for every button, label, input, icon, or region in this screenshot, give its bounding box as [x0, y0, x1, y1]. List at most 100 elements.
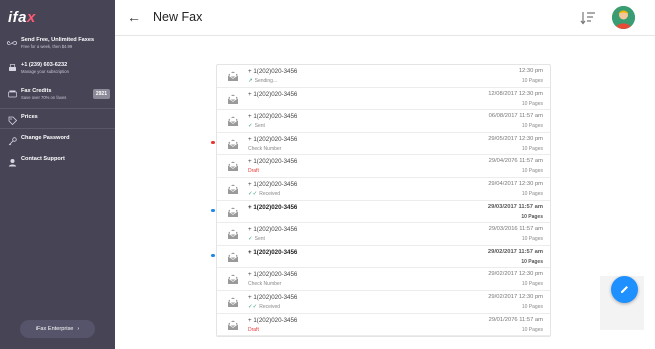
- fax-date: 29/01/2076 11:57 am: [488, 316, 543, 323]
- fax-date: 12:30 pm: [518, 68, 543, 74]
- fax-status: ✓✓ Received: [248, 191, 280, 197]
- page-title: New Fax: [153, 10, 203, 24]
- fax-status-text: Received: [259, 304, 281, 310]
- fax-status: Draft: [248, 168, 259, 174]
- sidebar-item-subtitle: Save over 70% on faxes: [21, 95, 67, 100]
- fax-machine-icon: [7, 63, 17, 73]
- fax-date: 29/03/2016 11:57 am: [488, 226, 543, 233]
- unread-dot: [211, 140, 215, 145]
- fax-number: + 1(202)020-3456: [248, 203, 298, 211]
- fax-number: + 1(202)020-3456: [248, 158, 298, 166]
- sidebar-item-title: Prices: [21, 114, 38, 120]
- sidebar-item-prices[interactable]: Prices: [0, 114, 115, 125]
- credits-badge: 2921: [92, 89, 110, 99]
- sidebar-divider: [0, 108, 115, 109]
- sidebar-item-subtitle: Manage your subscription: [21, 69, 69, 74]
- fax-status-text: Received: [259, 191, 281, 197]
- fax-status-text: Check Number: [248, 281, 282, 288]
- fax-number: + 1(202)020-3456: [248, 248, 298, 256]
- sidebar-item-fax-credits[interactable]: Fax Credits Save over 70% on faxes 2921: [0, 88, 115, 101]
- fax-number: + 1(202)020-3456: [248, 113, 298, 121]
- fax-number: + 1(202)020-3456: [248, 135, 298, 143]
- check-icon: ✓: [248, 123, 253, 130]
- fax-pages: 10 Pages: [521, 236, 543, 243]
- fax-row[interactable]: + 1(202)020-3456 29/03/2017 11:57 am 10 Pa…: [211, 201, 550, 224]
- fax-row[interactable]: + 1(202)020-3456 ✓ Sent 29/03/2016 11:57 am…: [217, 223, 550, 246]
- double-check-icon: ✓✓: [248, 304, 258, 310]
- fax-pages: 10 Pages: [521, 123, 543, 130]
- fax-pages: 10 Pages: [521, 168, 543, 175]
- fax-number: + 1(202)020-3456: [248, 90, 298, 98]
- fax-date: 29/02/2017 12:30 pm: [488, 294, 543, 300]
- fax-row[interactable]: + 1(202)020-3456 12/08/2017 12:30 pm 10 Pa…: [217, 88, 550, 111]
- fax-row[interactable]: + 1(202)020-3456 Check Number 29/05/2017 1…: [211, 133, 550, 156]
- sidebar-divider: [0, 128, 115, 129]
- fax-list: + 1(202)020-3456 ↗ Sending... 12:30 pm 10 Pa…: [211, 64, 551, 337]
- fax-status: ✓✓ Received: [248, 304, 280, 310]
- sidebar-item-contact-support[interactable]: Contact Support: [0, 156, 115, 167]
- sidebar-item-change-password[interactable]: Change Password: [0, 135, 115, 146]
- fax-number: + 1(202)020-3456: [248, 226, 298, 234]
- avatar[interactable]: [612, 6, 635, 29]
- back-arrow-icon[interactable]: ←: [127, 9, 141, 25]
- fax-status-text: Sending...: [254, 78, 278, 84]
- fax-row[interactable]: + 1(202)020-3456 ✓✓ Received 29/04/2017 12:…: [217, 178, 550, 201]
- envelope-icon: [227, 116, 239, 127]
- fax-date: 12/08/2017 12:30 pm: [488, 90, 543, 97]
- fax-pages: 10 Pages: [521, 281, 543, 288]
- fax-status: Check Number: [248, 281, 281, 287]
- sidebar-item-subtitle: Free for a week, then $4.99: [21, 44, 73, 49]
- fax-pages: 10 Pages: [521, 78, 543, 84]
- fax-date: 29/04/2076 11:57 am: [488, 158, 543, 165]
- ifax-logo[interactable]: ifax: [8, 9, 36, 26]
- fax-date: 29/02/2017 11:57 am: [487, 248, 543, 255]
- envelope-icon: [227, 139, 239, 149]
- fax-row[interactable]: + 1(202)020-3456 ↗ Sending... 12:30 pm 10 Pa…: [217, 65, 550, 88]
- fax-pages: 10 Pages: [521, 258, 543, 265]
- sort-icon[interactable]: [579, 9, 597, 27]
- fax-date: 06/08/2017 11:57 am: [488, 113, 543, 120]
- fax-date: 29/05/2017 12:30 pm: [488, 135, 543, 142]
- fax-status: ↗ Sending...: [248, 78, 277, 84]
- top-bar: ← New Fax: [115, 0, 655, 36]
- unread-dot: [211, 208, 215, 213]
- fax-status-text: Sent: [254, 123, 265, 130]
- sidebar-item-free-faxes[interactable]: Send Free, Unlimited Faxes Free for a we…: [0, 37, 115, 50]
- envelope-icon: [227, 252, 239, 262]
- envelope-icon: [227, 274, 239, 285]
- envelope-icon: [227, 207, 239, 217]
- pencil-icon: [621, 286, 628, 293]
- sidebar-item-phone-number[interactable]: +1 (239) 603-6232 Manage your subscripti…: [0, 62, 115, 75]
- fax-row[interactable]: + 1(202)020-3456 ✓ Sent 06/08/2017 11:57 am…: [217, 110, 550, 133]
- envelope-icon: [227, 161, 239, 172]
- fax-pages: 10 Pages: [521, 191, 543, 197]
- envelope-icon: [227, 71, 239, 81]
- support-icon: [7, 157, 17, 167]
- fax-row[interactable]: + 1(202)020-3456 Draft 29/01/2076 11:57 am…: [217, 314, 550, 337]
- fax-number: + 1(202)020-3456: [248, 294, 298, 301]
- enterprise-label: iFax Enterprise: [35, 326, 74, 332]
- envelope-icon: [227, 94, 239, 104]
- fax-date: 29/04/2017 12:30 pm: [488, 181, 543, 187]
- app-root: ifax Send Free, Unlimited Faxes Free for…: [0, 0, 655, 349]
- key-icon: [7, 136, 17, 146]
- fax-number: + 1(202)020-3456: [248, 181, 298, 188]
- envelope-icon: [227, 297, 239, 307]
- fax-row[interactable]: + 1(202)020-3456 29/02/2017 11:57 am 10 Pa…: [211, 246, 550, 269]
- check-icon: ✓: [248, 236, 253, 243]
- enterprise-button[interactable]: iFax Enterprise ›: [20, 320, 95, 338]
- sidebar-item-title: +1 (239) 603-6232: [21, 62, 68, 68]
- fax-row[interactable]: + 1(202)020-3456 Draft 29/04/2076 11:57 am…: [217, 155, 550, 178]
- fax-status: Draft: [248, 327, 259, 333]
- fax-row[interactable]: + 1(202)020-3456 ✓✓ Received 29/02/2017 12:…: [217, 291, 550, 314]
- fax-row[interactable]: + 1(202)020-3456 Check Number 29/02/2017 1…: [217, 268, 550, 291]
- envelope-icon: [227, 184, 239, 194]
- envelope-icon: [227, 320, 239, 330]
- envelope-icon: [227, 229, 239, 240]
- fax-pages: 10 Pages: [521, 326, 543, 333]
- logo-text: ifax: [8, 9, 36, 26]
- fax-number: + 1(202)020-3456: [248, 316, 298, 324]
- sidebar-item-title: Fax Credits: [21, 88, 52, 94]
- fax-status-text: Draft: [248, 326, 259, 333]
- compose-button[interactable]: [611, 276, 638, 303]
